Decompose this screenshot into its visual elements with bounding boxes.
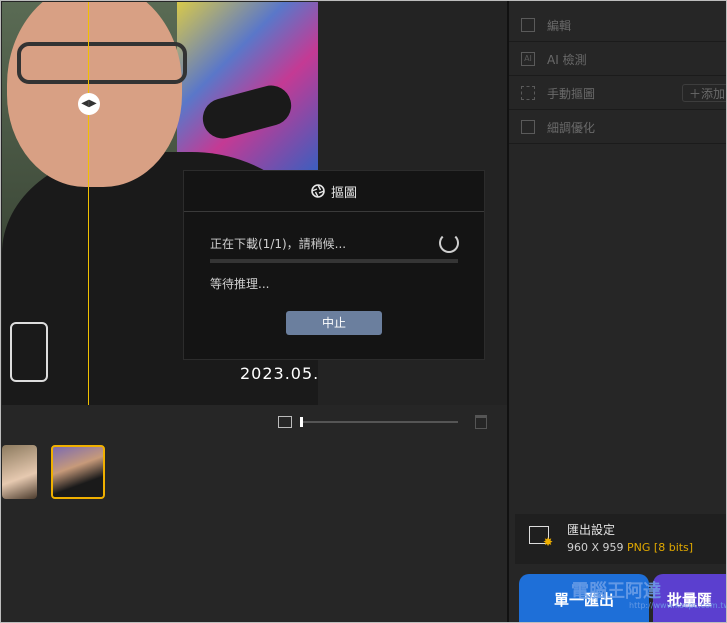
- download-status: 正在下載(1/1)，請稍候...: [210, 237, 347, 251]
- gear-icon: ✸: [543, 535, 554, 549]
- watermark-url: http://www.kocpc.com.tw: [629, 601, 727, 610]
- aperture-icon: [311, 184, 325, 198]
- ai-detect-icon: AI: [521, 52, 535, 66]
- preview-toolbar: [2, 405, 507, 439]
- export-title: 匯出設定: [567, 523, 616, 537]
- thumbnail-item-selected[interactable]: [51, 445, 105, 499]
- zoom-slider-thumb[interactable]: [300, 417, 303, 427]
- photo-glasses: [17, 42, 187, 84]
- photo-poster: [177, 2, 318, 172]
- thumbnail-item[interactable]: [2, 445, 37, 499]
- sidebar-item-label: AI 檢測: [547, 52, 587, 67]
- sidebar-item-edit[interactable]: 編輯: [509, 9, 726, 42]
- right-panel: 編輯 AI AI 檢測 手動摳圖 ＋添加 細調優化 ✸ 匯出設定 960 X 9…: [509, 1, 726, 622]
- zoom-slider-track[interactable]: [300, 421, 458, 423]
- inference-status: 等待推理...: [210, 277, 270, 291]
- dialog-title-bar: 摳圖: [184, 171, 484, 212]
- stop-button[interactable]: 中止: [286, 311, 382, 335]
- download-progress-bar: [210, 259, 458, 263]
- sidebar-item-manual-cutout[interactable]: 手動摳圖 ＋添加: [509, 77, 726, 110]
- watermark-logo: 電腦王阿達: [571, 581, 661, 602]
- export-detail: 960 X 959 PNG [8 bits]: [567, 541, 693, 554]
- loading-spinner-icon: [439, 233, 459, 253]
- image-icon[interactable]: [278, 416, 292, 428]
- export-size: 960 X 959: [567, 541, 624, 554]
- image-preview[interactable]: 2023.05.2 ◀▶ 摳圖 正在下載(1/1)，請稍候... 等待推理...…: [2, 2, 507, 405]
- export-bits: [8 bits]: [653, 541, 694, 554]
- compare-split-handle[interactable]: ◀▶: [78, 93, 100, 115]
- thumbnail-strip: [2, 439, 507, 622]
- sidebar-item-refine[interactable]: 細調優化: [509, 111, 726, 144]
- app-window: 2023.05.2 ◀▶ 摳圖 正在下載(1/1)，請稍候... 等待推理...…: [0, 0, 727, 623]
- sidebar-item-label: 細調優化: [547, 120, 596, 135]
- export-format: PNG: [627, 541, 651, 554]
- edit-icon: [521, 18, 535, 32]
- shirt-print: [10, 322, 48, 382]
- add-button[interactable]: ＋添加: [682, 84, 726, 102]
- sidebar-item-ai-detect[interactable]: AI AI 檢測: [509, 43, 726, 76]
- trash-icon[interactable]: [475, 415, 487, 429]
- poster-logo: [198, 81, 296, 143]
- sidebar-item-label: 編輯: [547, 18, 572, 33]
- refine-icon: [521, 120, 535, 134]
- dialog-title: 摳圖: [330, 185, 357, 201]
- sidebar-item-label: 手動摳圖: [547, 86, 596, 101]
- manual-cutout-icon: [521, 86, 535, 100]
- date-overlay: 2023.05.2: [240, 364, 318, 383]
- cutout-dialog: 摳圖 正在下載(1/1)，請稍候... 等待推理... 中止: [183, 170, 485, 360]
- batch-export-button[interactable]: 批量匯: [653, 574, 726, 622]
- compare-split-line[interactable]: [88, 2, 89, 405]
- export-settings[interactable]: ✸ 匯出設定 960 X 959 PNG [8 bits]: [515, 514, 726, 564]
